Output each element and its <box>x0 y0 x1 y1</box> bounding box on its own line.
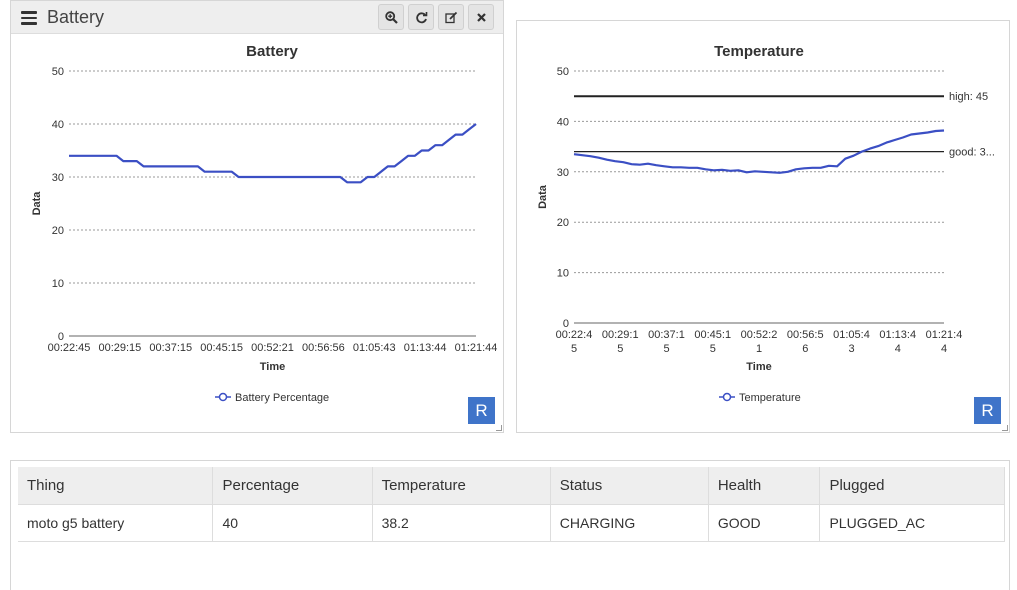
x-tick-label: 01:21:44 <box>455 342 498 354</box>
temperature-chart: Temperature01020304050Data00:22:4 500:29:… <box>537 43 995 404</box>
chart-title: Temperature <box>714 43 804 60</box>
edit-button[interactable] <box>438 4 464 30</box>
zoom-button[interactable] <box>378 4 404 30</box>
x-tick-label: 00:29:15 <box>98 342 141 354</box>
legend-label: Battery Percentage <box>235 392 329 404</box>
x-tick-label: 01:13:44 <box>879 329 916 355</box>
y-tick-label: 30 <box>557 167 569 179</box>
y-axis-label: Data <box>31 191 43 216</box>
battery-panel-titlebar: Battery <box>11 1 503 34</box>
x-tick-label: 00:22:45 <box>48 342 91 354</box>
x-tick-label: 00:52:21 <box>741 329 778 355</box>
panel-title: Battery <box>47 7 105 27</box>
cell-plugged: PLUGGED_AC <box>819 504 1005 542</box>
r-button[interactable]: R <box>974 397 1001 424</box>
x-tick-label: 01:21:44 <box>926 329 963 355</box>
x-tick-label: 01:13:44 <box>404 342 447 354</box>
y-tick-label: 40 <box>52 119 64 131</box>
column-header-status[interactable]: Status <box>550 467 709 505</box>
refresh-button[interactable] <box>408 4 434 30</box>
hamburger-menu-icon[interactable] <box>21 11 37 25</box>
legend-label: Temperature <box>739 392 801 404</box>
y-tick-label: 10 <box>52 278 64 290</box>
reference-line-label: good: 3... <box>949 147 995 159</box>
y-axis-label: Data <box>537 184 549 209</box>
battery-table-panel: Thing Percentage Temperature Status Health Pl… <box>10 460 1010 590</box>
y-tick-label: 20 <box>52 225 64 237</box>
x-tick-label: 00:37:15 <box>149 342 192 354</box>
reference-line-label: high: 45 <box>949 91 988 103</box>
x-tick-label: 00:56:56 <box>787 329 824 355</box>
column-header-health[interactable]: Health <box>708 467 821 505</box>
x-tick-label: 01:05:43 <box>833 329 870 355</box>
cell-status: CHARGING <box>550 504 709 542</box>
column-header-thing[interactable]: Thing <box>18 467 214 505</box>
x-axis-label: Time <box>746 361 771 373</box>
battery-chart: Battery01020304050Data00:22:45 00:29:15 00… <box>31 43 498 404</box>
x-tick-label: 00:45:15 <box>694 329 731 355</box>
cell-temperature: 38.2 <box>372 504 551 542</box>
column-header-percentage[interactable]: Percentage <box>212 467 373 505</box>
resize-handle[interactable] <box>496 425 502 431</box>
y-tick-label: 30 <box>52 172 64 184</box>
x-tick-label: 00:22:45 <box>556 329 593 355</box>
x-tick-label: 00:52:21 <box>251 342 294 354</box>
table-body: moto g5 battery 40 38.2 CHARGING GOOD PLUGGED… <box>18 504 1005 542</box>
x-tick-label: 00:45:15 <box>200 342 243 354</box>
x-axis-label: Time <box>260 361 285 373</box>
search-plus-icon <box>385 11 398 24</box>
x-tick-label: 01:05:43 <box>353 342 396 354</box>
table-row: moto g5 battery 40 38.2 CHARGING GOOD PLUGGED… <box>18 504 1005 542</box>
temperature-panel: Temperature 0 10 20 30 40 50 Data 00:22:4 5 00:29:… <box>516 20 1010 433</box>
legend-marker <box>218 392 228 402</box>
x-tick-label: 00:29:15 <box>602 329 639 355</box>
y-tick-label: 10 <box>557 268 569 280</box>
y-tick-label: 50 <box>52 66 64 78</box>
x-tick-label: 00:37:15 <box>648 329 685 355</box>
r-button[interactable]: R <box>468 397 495 424</box>
column-header-plugged[interactable]: Plugged <box>819 467 1005 505</box>
cell-thing: moto g5 battery <box>18 504 214 542</box>
close-button[interactable] <box>468 4 494 30</box>
battery-panel: Battery Battery 0 10 20 30 40 50 Data 00… <box>10 0 504 433</box>
y-tick-label: 40 <box>557 116 569 128</box>
chart-title: Battery <box>246 43 298 60</box>
resize-handle[interactable] <box>1002 425 1008 431</box>
refresh-icon <box>416 12 428 24</box>
y-tick-label: 20 <box>557 217 569 229</box>
table-header-row: Thing Percentage Temperature Status Health Pl… <box>18 467 1005 505</box>
cell-health: GOOD <box>708 504 821 542</box>
cell-percentage: 40 <box>212 504 373 542</box>
series-line <box>69 123 477 184</box>
x-tick-label: 00:56:56 <box>302 342 345 354</box>
legend-marker <box>722 392 732 402</box>
close-icon <box>477 13 486 22</box>
column-header-temperature[interactable]: Temperature <box>372 467 551 505</box>
y-tick-label: 50 <box>557 66 569 78</box>
battery-table: Thing Percentage Temperature Status Health Pl… <box>18 467 1005 542</box>
edit-icon <box>445 11 458 24</box>
